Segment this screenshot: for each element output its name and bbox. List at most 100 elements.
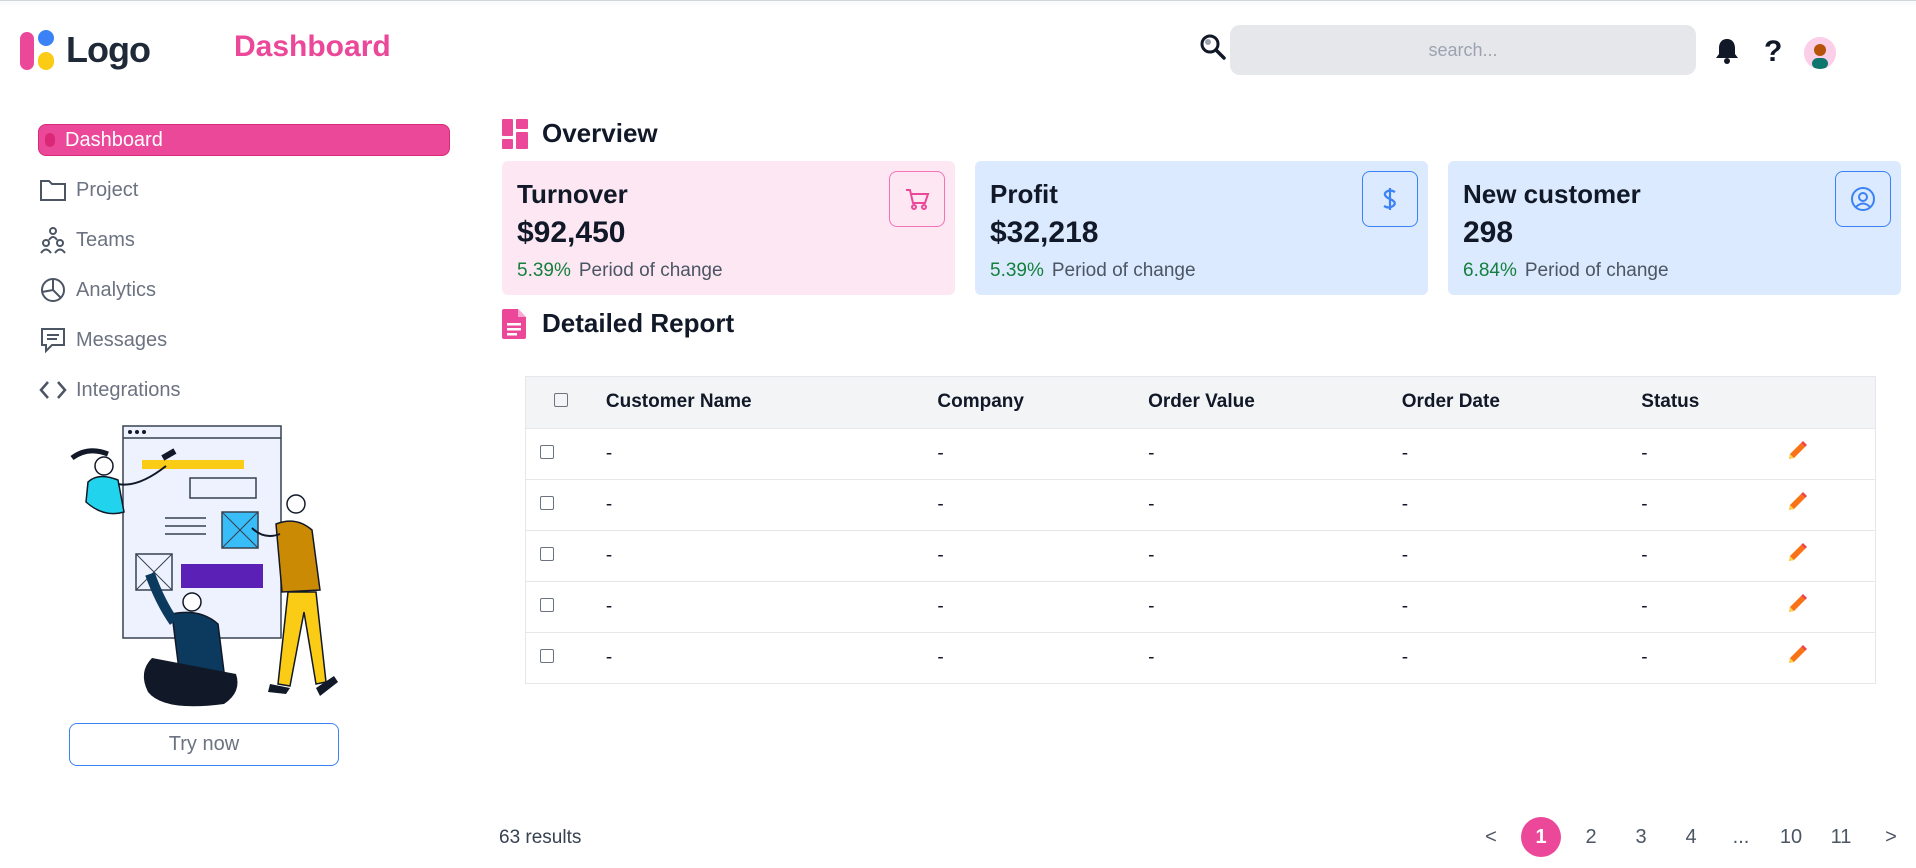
card-value: 298: [1463, 216, 1514, 249]
card-value: $32,218: [990, 216, 1099, 249]
row-checkbox[interactable]: [540, 597, 554, 612]
page-title: Dashboard: [234, 30, 391, 63]
column-header[interactable]: Order Date: [1402, 377, 1642, 428]
row-checkbox[interactable]: [540, 444, 554, 459]
change-percent: 6.84%: [1463, 260, 1517, 281]
change-percent: 5.39%: [990, 260, 1044, 281]
avatar[interactable]: [1804, 37, 1836, 69]
logo[interactable]: Logo: [20, 28, 151, 72]
page-button[interactable]: 4: [1666, 817, 1716, 857]
cart-icon[interactable]: [889, 171, 945, 227]
table-row[interactable]: -----: [526, 581, 1875, 632]
dot-icon: [43, 125, 57, 155]
sidebar-item-label: Messages: [76, 328, 168, 351]
page-button[interactable]: 11: [1816, 817, 1866, 857]
edit-pencil-icon[interactable]: [1785, 479, 1875, 530]
turnover-card: Turnover $92,450 5.39% Period of change: [502, 161, 955, 295]
sidebar-item-label: Dashboard: [65, 128, 163, 151]
page-button[interactable]: 10: [1766, 817, 1816, 857]
card-title: Profit: [990, 179, 1058, 209]
sidebar-item-messages[interactable]: Messages: [38, 324, 450, 356]
row-checkbox[interactable]: [540, 648, 554, 663]
table-cell: -: [1401, 646, 1409, 668]
change-label: Period of change: [1524, 260, 1669, 281]
edit-pencil-icon[interactable]: [1785, 632, 1875, 683]
edit-pencil-icon[interactable]: [1785, 530, 1875, 581]
column-header[interactable]: Company: [937, 377, 1148, 428]
change-label: Period of change: [1051, 260, 1196, 281]
table-cell: -: [605, 646, 613, 668]
table-cell: -: [605, 493, 613, 515]
table-cell: -: [1148, 646, 1155, 668]
pie-chart-icon: [38, 275, 68, 305]
page-button[interactable]: 2: [1566, 817, 1616, 857]
pagination: < 1 2 3 4... 10 11 >: [1466, 817, 1916, 857]
column-header[interactable]: Customer Name: [606, 377, 937, 428]
help-icon[interactable]: ?: [1764, 35, 1782, 69]
overview-heading: Overview: [502, 118, 658, 149]
card-value: $92,450: [517, 216, 626, 249]
edit-pencil-icon[interactable]: [1785, 428, 1875, 479]
next-page-button[interactable]: >: [1866, 817, 1916, 857]
sidebar-item-label: Teams: [76, 228, 135, 251]
teams-icon: [38, 225, 68, 255]
document-icon: [502, 308, 526, 339]
table-header-row: Customer Name Company Order Value Order …: [526, 377, 1875, 428]
table-cell: -: [1641, 544, 1648, 566]
search-input[interactable]: [1230, 25, 1696, 75]
report-heading: Detailed Report: [502, 308, 734, 339]
table-cell: -: [937, 646, 944, 668]
table-cell: -: [1148, 544, 1155, 566]
card-change: 5.39% Period of change: [990, 260, 1413, 282]
try-now-button[interactable]: Try now: [69, 723, 339, 766]
table-row[interactable]: -----: [526, 479, 1875, 530]
profit-card: Profit $32,218 5.39% Period of change: [975, 161, 1428, 295]
top-border: [0, 0, 1916, 5]
new-customer-card: New customer 298 6.84% Period of change: [1448, 161, 1901, 295]
table-row[interactable]: -----: [526, 530, 1875, 581]
sidebar-item-project[interactable]: Project: [38, 174, 450, 206]
logo-mark-icon: [20, 28, 60, 72]
dollar-icon[interactable]: [1362, 171, 1418, 227]
table-cell: -: [1401, 544, 1409, 566]
sidebar-nav: Dashboard Project Teams Analytics Messag…: [38, 124, 450, 424]
table-row[interactable]: -----: [526, 428, 1875, 479]
dashboard-grid-icon: [502, 118, 528, 149]
prev-page-button[interactable]: <: [1466, 817, 1516, 857]
card-change: 6.84% Period of change: [1463, 260, 1886, 282]
row-checkbox[interactable]: [540, 495, 554, 510]
bell-icon[interactable]: [1713, 36, 1741, 66]
table-row[interactable]: -----: [526, 632, 1875, 683]
folder-icon: [38, 175, 68, 205]
sidebar-item-integrations[interactable]: Integrations: [38, 374, 450, 406]
sidebar-item-dashboard[interactable]: Dashboard: [38, 124, 450, 156]
table-cell: -: [605, 544, 613, 566]
overview-title: Overview: [542, 118, 658, 148]
table-cell: -: [937, 595, 944, 617]
select-all-checkbox[interactable]: [554, 393, 568, 408]
page-button[interactable]: 3: [1616, 817, 1666, 857]
card-title: New customer: [1463, 179, 1641, 209]
sidebar-item-teams[interactable]: Teams: [38, 224, 450, 256]
row-checkbox[interactable]: [540, 546, 554, 561]
page-button[interactable]: 1: [1516, 817, 1566, 857]
report-table: Customer Name Company Order Value Order …: [525, 376, 1876, 684]
table-cell: -: [1641, 493, 1648, 515]
change-label: Period of change: [578, 260, 723, 281]
code-icon: [38, 375, 68, 405]
change-percent: 5.39%: [517, 260, 571, 281]
table-cell: -: [1148, 493, 1155, 515]
sidebar-item-label: Analytics: [76, 278, 157, 301]
sidebar-item-label: Integrations: [76, 378, 181, 401]
table-cell: -: [1641, 595, 1648, 617]
column-header[interactable]: Order Value: [1148, 377, 1402, 428]
edit-pencil-icon[interactable]: [1785, 581, 1875, 632]
user-circle-icon[interactable]: [1835, 171, 1891, 227]
table-cell: -: [937, 493, 944, 515]
search-icon[interactable]: [1198, 32, 1228, 62]
table-cell: -: [1641, 646, 1648, 668]
table-cell: -: [937, 442, 944, 464]
table-cell: -: [1148, 595, 1155, 617]
column-header[interactable]: Status: [1641, 377, 1785, 428]
sidebar-item-analytics[interactable]: Analytics: [38, 274, 450, 306]
